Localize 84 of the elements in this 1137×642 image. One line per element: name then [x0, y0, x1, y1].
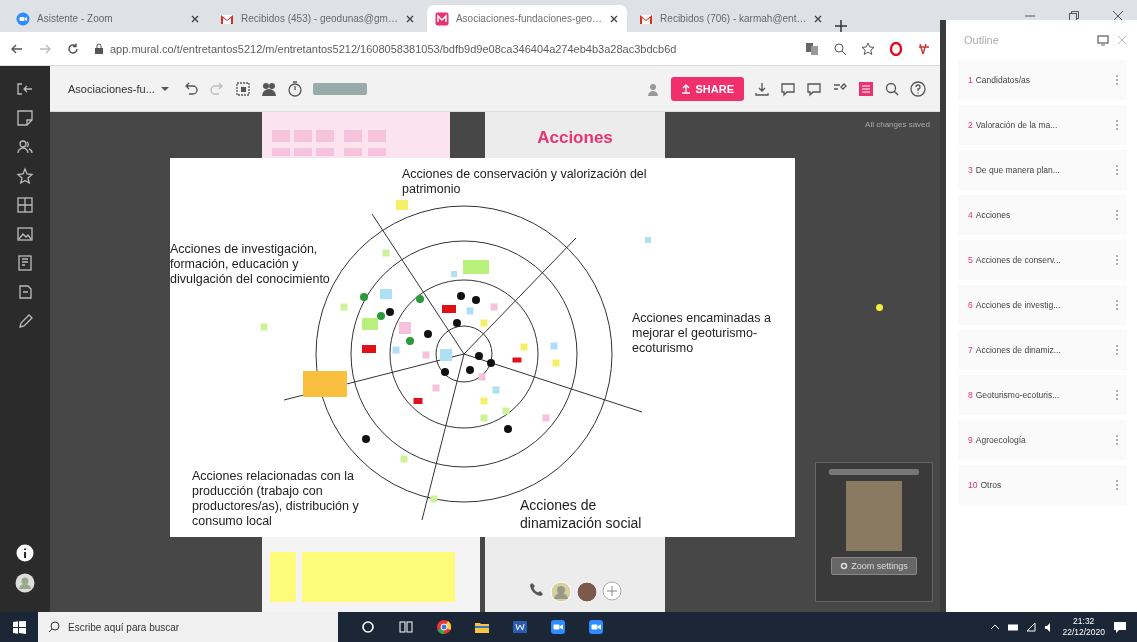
zoom-settings-button[interactable]: Zoom settings	[831, 557, 917, 575]
windows-logo-icon[interactable]	[12, 620, 26, 634]
close-icon[interactable]	[190, 13, 200, 24]
phone-icon[interactable]	[528, 581, 546, 599]
export-icon[interactable]	[754, 80, 770, 97]
help-icon[interactable]	[910, 80, 926, 97]
browser-tab[interactable]: Asistente - Zoom	[8, 5, 208, 32]
avatar-icon[interactable]	[15, 573, 35, 593]
opera-icon[interactable]	[889, 41, 903, 56]
comment-icon[interactable]	[780, 80, 796, 97]
timer-icon[interactable]	[286, 80, 303, 97]
outline-item[interactable]: 10 Otros	[958, 465, 1127, 505]
gear-icon	[840, 562, 849, 570]
chat-icon[interactable]	[806, 80, 822, 97]
caret-icon	[160, 84, 169, 93]
star-icon[interactable]	[861, 41, 875, 56]
board-label: Acciones de investigación, formación, educación y divulgación del conocimiento	[170, 242, 331, 287]
browser-tab[interactable]: Asociaciones-fundaciones-geo…	[426, 5, 628, 32]
template-icon[interactable]	[16, 283, 34, 301]
browser-icon[interactable]	[436, 619, 452, 635]
extension-icon[interactable]	[917, 41, 931, 56]
chevron-up-icon[interactable]	[990, 622, 1001, 632]
zoom-icon[interactable]	[833, 41, 847, 56]
grid-icon[interactable]	[16, 196, 34, 214]
task-view-icon[interactable]	[398, 619, 414, 635]
frame-icon[interactable]	[16, 254, 34, 272]
restore-icon[interactable]	[1069, 11, 1079, 21]
sticky-dot-icon	[876, 304, 883, 311]
plus-icon[interactable]	[835, 20, 848, 32]
present-icon[interactable]	[1097, 34, 1109, 46]
people-icon[interactable]	[260, 80, 277, 97]
outline-item[interactable]: 1 Candidatos/as	[958, 60, 1127, 100]
search-icon	[48, 621, 60, 633]
reload-icon[interactable]	[66, 41, 80, 56]
lock-icon	[94, 42, 104, 55]
board-label: Acciones de dinamización social	[520, 496, 643, 532]
info-icon[interactable]	[16, 544, 34, 562]
close-icon[interactable]	[609, 13, 620, 24]
board-label: Acciones encaminadas a mejorar el geoturismo-ecoturismo	[632, 311, 772, 356]
browser-tab[interactable]: Recibidos (453) - geodunas@gm…	[212, 5, 423, 32]
outline-item[interactable]: 3 De que manera plan...	[958, 150, 1127, 190]
select-area-icon[interactable]	[234, 80, 251, 97]
clock[interactable]: 21:32 22/12/2020	[1062, 616, 1105, 638]
minimap-thumbnail[interactable]	[846, 481, 902, 551]
search-field[interactable]: Escribe aquí para buscar	[38, 612, 338, 642]
save-status: All changes saved	[865, 120, 930, 129]
sticky-note-icon[interactable]	[16, 109, 34, 127]
outline-item[interactable]: 2 Valoración de la ma...	[958, 105, 1127, 145]
cortana-icon[interactable]	[360, 619, 376, 635]
network-icon[interactable]	[1026, 622, 1037, 632]
camera-icon	[16, 11, 30, 26]
outline-item[interactable]: 8 Geoturismo-ecoturis...	[958, 375, 1127, 415]
pen-icon[interactable]	[16, 312, 34, 330]
star-icon[interactable]	[16, 167, 34, 185]
board-label: Acciones de conservación y valorización del patrimonio	[402, 167, 648, 197]
outline-item[interactable]: 4 Acciones	[958, 195, 1127, 235]
image-icon[interactable]	[16, 225, 34, 243]
outline-item[interactable]: 5 Acciones de conserv...	[958, 240, 1127, 280]
word-icon[interactable]	[512, 619, 528, 635]
url-text[interactable]: app.mural.co/t/entretantos5212/m/entretantos5212/1608058381053/bdfb9d9e08ca346404a274eb4b3a28ac3bdcb6d	[110, 42, 677, 55]
section-title: Acciones	[537, 128, 613, 148]
people-icon[interactable]	[16, 138, 34, 156]
avatar-icon[interactable]	[576, 581, 598, 603]
camera-icon[interactable]	[550, 619, 566, 635]
panel-title: Outline	[964, 34, 1000, 46]
mural-title-dropdown[interactable]: Asociaciones-fu...	[64, 80, 173, 97]
collapse-icon[interactable]	[16, 80, 34, 98]
notification-icon[interactable]	[1113, 620, 1127, 634]
camera-icon[interactable]	[588, 619, 604, 635]
close-icon[interactable]	[813, 13, 824, 24]
search-icon[interactable]	[884, 80, 900, 97]
outline-icon[interactable]	[858, 80, 874, 97]
close-icon[interactable]	[404, 13, 415, 24]
browser-tab[interactable]: Recibidos (706) - karmah@ent…	[631, 5, 832, 32]
share-button[interactable]: SHARE	[671, 76, 744, 101]
outline-item[interactable]: 6 Acciones de investig...	[958, 285, 1127, 325]
battery-icon[interactable]	[1008, 622, 1019, 632]
translate-icon[interactable]	[805, 41, 819, 56]
outline-item[interactable]: 9 Agroecología	[958, 420, 1127, 460]
outline-item[interactable]: 7 Acciones de dinamiz...	[958, 330, 1127, 370]
close-icon[interactable]	[1113, 11, 1123, 21]
board-label: Acciones relacionadas con la producción (trabajo con productores/as), distribución y consumo local	[192, 469, 360, 529]
logo-icon	[434, 11, 449, 26]
upload-icon	[681, 83, 692, 94]
